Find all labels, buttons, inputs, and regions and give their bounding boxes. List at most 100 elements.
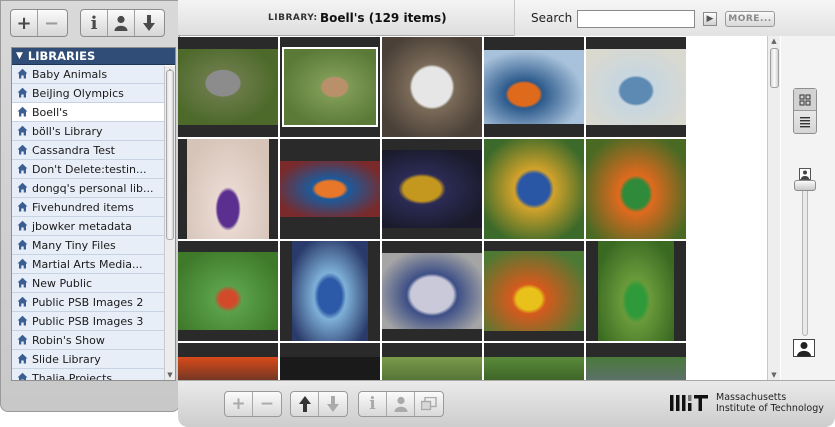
thumbnail[interactable] <box>280 241 380 341</box>
thumbnail[interactable] <box>586 241 686 341</box>
house-icon <box>17 315 28 326</box>
library-item[interactable]: Don't Delete:testin... <box>12 160 165 179</box>
zoom-slider-knob[interactable] <box>794 180 816 191</box>
thumbnail-image <box>586 139 686 239</box>
house-icon <box>17 353 28 364</box>
thumbnail[interactable] <box>178 139 278 239</box>
library-item[interactable]: BeiJing Olympics <box>12 84 165 103</box>
library-item[interactable]: Slide Library <box>12 350 165 369</box>
search-area: Search ▶ MORE... <box>514 0 835 36</box>
search-input[interactable] <box>577 10 695 28</box>
person-button[interactable] <box>108 10 135 36</box>
library-list: ▼ LIBRARIES Baby Animals BeiJing Olympics… <box>11 47 176 381</box>
thumbnail[interactable] <box>280 139 380 239</box>
thumbnail[interactable] <box>586 139 686 239</box>
grid-scroll-thumb[interactable] <box>770 48 779 88</box>
library-item-label: Many Tiny Files <box>32 238 116 252</box>
scroll-up-icon[interactable]: ▲ <box>769 36 779 46</box>
libraries-header[interactable]: ▼ LIBRARIES <box>12 48 175 65</box>
library-item[interactable]: Martial Arts Media... <box>12 255 165 274</box>
thumbnail[interactable] <box>484 241 584 341</box>
thumbnail[interactable] <box>484 37 584 137</box>
library-scrollbar[interactable]: ▲ ▼ <box>164 66 175 380</box>
library-item[interactable]: Public PSB Images 2 <box>12 293 165 312</box>
library-item[interactable]: Many Tiny Files <box>12 236 165 255</box>
thumbnail-image <box>292 241 368 341</box>
libraries-header-label: LIBRARIES <box>27 49 96 63</box>
list-view-button[interactable] <box>794 111 816 133</box>
library-item[interactable]: Cassandra Test <box>12 141 165 160</box>
library-item-label: Martial Arts Media... <box>32 257 143 271</box>
institution-name: Massachusetts Institute of Technology <box>716 392 824 414</box>
library-item[interactable]: Fivehundred items <box>12 198 165 217</box>
library-item-label: Cassandra Test <box>32 143 115 157</box>
remove-library-button[interactable]: − <box>38 10 65 36</box>
search-go-button[interactable]: ▶ <box>703 12 717 26</box>
move-down-button[interactable] <box>319 392 347 416</box>
house-icon <box>17 201 28 212</box>
slideshow-button[interactable] <box>415 392 443 416</box>
item-actions-group: i <box>358 391 444 417</box>
down-arrow-icon <box>327 396 339 412</box>
thumbnail-image <box>178 252 278 330</box>
library-item-label: dongq's personal lib... <box>32 181 154 195</box>
thumbnail[interactable] <box>178 241 278 341</box>
move-up-button[interactable] <box>291 392 319 416</box>
thumbnail[interactable] <box>586 37 686 137</box>
grid-view-button[interactable] <box>794 89 816 111</box>
library-item[interactable]: Baby Animals <box>12 65 165 84</box>
remove-item-button[interactable]: − <box>253 392 281 416</box>
library-item[interactable]: Thalia Projects <box>12 369 165 380</box>
grid-scrollbar[interactable]: ▲ ▼ <box>767 36 780 380</box>
thumbnail-image <box>382 253 482 329</box>
info-button[interactable]: i <box>81 10 108 36</box>
item-person-button[interactable] <box>387 392 415 416</box>
add-library-button[interactable]: + <box>11 10 38 36</box>
library-item-label: Boell's <box>32 105 68 119</box>
library-scroll-thumb[interactable] <box>166 70 174 240</box>
thumbnail[interactable] <box>382 139 482 239</box>
thumbnail[interactable] <box>382 241 482 341</box>
library-item[interactable]: dongq's personal lib... <box>12 179 165 198</box>
thumbnail[interactable] <box>484 139 584 239</box>
large-thumbnail-icon[interactable] <box>793 339 815 357</box>
institution-line-1: Massachusetts <box>716 392 787 403</box>
library-item-label: Fivehundred items <box>32 200 134 214</box>
collapse-triangle-icon[interactable]: ▼ <box>16 51 23 61</box>
scroll-down-icon[interactable]: ▼ <box>769 370 779 380</box>
house-icon <box>17 220 28 231</box>
library-item[interactable]: Public PSB Images 3 <box>12 312 165 331</box>
library-item-label: Public PSB Images 2 <box>32 295 144 309</box>
thumbnail[interactable] <box>178 343 278 380</box>
thumbnail-image <box>280 357 380 380</box>
item-info-button[interactable]: i <box>359 392 387 416</box>
download-button[interactable] <box>135 10 162 36</box>
library-item-label: BeiJing Olympics <box>32 86 124 100</box>
thumbnail[interactable] <box>484 343 584 380</box>
up-arrow-icon <box>298 396 311 412</box>
thumbnail[interactable] <box>382 343 482 380</box>
library-item[interactable]: Boell's <box>12 103 165 122</box>
thumbnail[interactable] <box>280 37 380 137</box>
thumbnail[interactable] <box>178 37 278 137</box>
scroll-down-icon[interactable]: ▼ <box>165 370 175 380</box>
add-item-button[interactable]: + <box>225 392 253 416</box>
thumbnail-image <box>382 150 482 228</box>
thumbnail[interactable] <box>382 37 482 137</box>
zoom-slider-track[interactable] <box>802 188 808 336</box>
library-item[interactable]: Robin's Show <box>12 331 165 350</box>
thumbnail-image <box>187 139 269 239</box>
thumbnail-image <box>382 37 482 137</box>
more-button[interactable]: MORE... <box>725 11 775 27</box>
library-item[interactable]: jbowker metadata <box>12 217 165 236</box>
mit-logo <box>670 395 708 411</box>
library-item[interactable]: böll's Library <box>12 122 165 141</box>
library-item[interactable]: New Public <box>12 274 165 293</box>
small-thumbnail-icon[interactable] <box>799 168 811 180</box>
grid-view-icon <box>799 94 811 105</box>
thumbnail[interactable] <box>280 343 380 380</box>
library-item-label: jbowker metadata <box>32 219 132 233</box>
library-label: LIBRARY: <box>268 13 318 23</box>
thumbnail[interactable] <box>586 343 686 380</box>
house-icon <box>17 125 28 136</box>
